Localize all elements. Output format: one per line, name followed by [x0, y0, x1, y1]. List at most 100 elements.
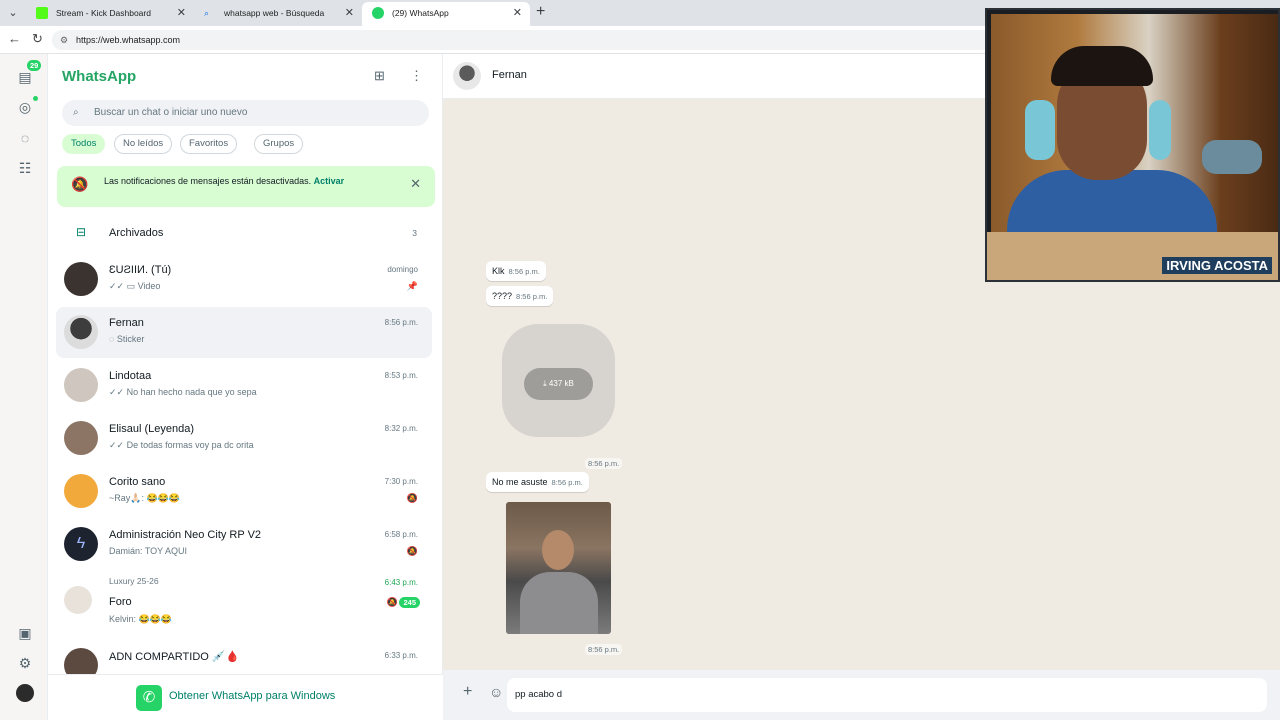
- search-input[interactable]: ⌕ Buscar un chat o iniciar uno nuevo: [62, 100, 429, 126]
- notice-text: Las notificaciones de mensajes están des…: [104, 176, 344, 186]
- chat-name: ƐUƧIIИ. (Tú): [109, 264, 172, 276]
- list-item[interactable]: ADN COMPARTIDO 💉🩸 6:33 p.m.: [56, 640, 432, 674]
- chat-time: 6:58 p.m.: [384, 530, 418, 539]
- muted-icon: 🔕: [406, 493, 418, 503]
- new-tab-icon[interactable]: +: [536, 3, 545, 21]
- chat-name: ADN COMPARTIDO 💉🩸: [109, 651, 240, 663]
- photo-person-body: [520, 572, 598, 634]
- tab-title: Stream - Kick Dashboard: [56, 8, 151, 18]
- archived-count: 3: [412, 228, 417, 238]
- list-item[interactable]: ϟ Administración Neo City RP V2 Damián: …: [56, 519, 432, 570]
- reload-icon[interactable]: ↻: [32, 31, 43, 47]
- new-chat-icon[interactable]: ⊞: [374, 68, 385, 84]
- list-item[interactable]: Corito sano ~Ray🙏🏻: 😂😂😂 7:30 p.m. 🔕: [56, 466, 432, 517]
- close-tab-icon[interactable]: ✕: [513, 2, 522, 24]
- chat-preview: ✓✓ ▭ Video: [109, 281, 161, 291]
- chat-time: 8:32 p.m.: [384, 424, 418, 433]
- pin-icon: 📌: [406, 281, 418, 291]
- settings-icon[interactable]: ⚙: [14, 652, 36, 674]
- photo-person-face: [542, 530, 574, 570]
- headphone-right: [1149, 100, 1171, 160]
- chat-time: 6:33 p.m.: [384, 651, 418, 660]
- chat-preview: ~Ray🙏🏻: 😂😂😂: [109, 493, 181, 503]
- back-icon[interactable]: ←: [8, 31, 21, 46]
- search-placeholder: Buscar un chat o iniciar uno nuevo: [94, 107, 248, 118]
- message-time: 8:56 p.m.: [551, 478, 583, 487]
- site-info-icon[interactable]: ⚙: [60, 30, 68, 50]
- close-icon[interactable]: ✕: [410, 176, 421, 192]
- chat-time: domingo: [387, 265, 418, 274]
- chat-name: Corito sano: [109, 476, 166, 488]
- list-item[interactable]: Fernan ◌ Sticker 8:56 p.m.: [56, 307, 432, 358]
- message-text: ????: [492, 291, 513, 301]
- attach-icon[interactable]: +: [463, 683, 472, 701]
- message-text: Klk: [492, 266, 505, 276]
- channels-icon[interactable]: ◌: [14, 127, 36, 149]
- avatar: [64, 648, 98, 674]
- enable-notifications-link[interactable]: Activar: [314, 176, 345, 186]
- webcam-overlay: IRVING ACOSTA: [985, 8, 1280, 282]
- message-bubble: Klk 8:56 p.m.: [486, 261, 546, 281]
- kick-favicon-icon: [36, 7, 48, 19]
- archive-icon: ⊟: [76, 225, 87, 239]
- tab-title: whatsapp web - Búsqueda: [224, 8, 325, 18]
- streamer-name-label: IRVING ACOSTA: [1162, 257, 1272, 274]
- filter-groups[interactable]: Grupos: [254, 134, 304, 154]
- chat-time: 8:53 p.m.: [384, 371, 418, 380]
- community-avatar: [64, 586, 92, 614]
- headphone-left: [1025, 100, 1055, 160]
- get-windows-app-banner[interactable]: ✆ Obtener WhatsApp para Windows: [48, 674, 443, 720]
- tab-whatsapp[interactable]: (29) WhatsApp ✕: [362, 2, 530, 26]
- bell-off-icon: 🔕: [71, 176, 89, 192]
- archived-label: Archivados: [109, 227, 164, 239]
- compose-bar: + ☺ pp acabo d: [443, 670, 1280, 720]
- communities-icon[interactable]: ☷: [14, 157, 36, 179]
- photo-message[interactable]: [506, 502, 611, 634]
- menu-icon[interactable]: ⋮: [410, 68, 423, 84]
- tab-search-icon[interactable]: ⌄: [4, 4, 22, 22]
- filter-unread[interactable]: No leídos: [114, 134, 173, 154]
- avatar: [64, 315, 98, 349]
- tab-search[interactable]: ⌕ whatsapp web - Búsqueda ✕: [194, 2, 362, 26]
- list-item[interactable]: Elisaul (Leyenda) ✓✓ De todas formas voy…: [56, 413, 432, 464]
- chat-name: Administración Neo City RP V2: [109, 529, 262, 541]
- chat-preview: Kelvin: 😂😂😂: [109, 614, 173, 624]
- lightning-avatar-icon: ϟ: [64, 527, 98, 561]
- avatar: [64, 262, 98, 296]
- contact-avatar: [453, 62, 481, 90]
- list-item[interactable]: Lindotaa ✓✓ No han hecho nada que yo sep…: [56, 360, 432, 411]
- close-tab-icon[interactable]: ✕: [345, 2, 354, 24]
- notice-message: Las notificaciones de mensajes están des…: [104, 176, 312, 186]
- avatar: [64, 421, 98, 455]
- url-text: https://web.whatsapp.com: [76, 35, 181, 45]
- get-app-label: Obtener WhatsApp para Windows: [169, 690, 336, 702]
- notifications-banner: 🔕 Las notificaciones de mensajes están d…: [57, 166, 435, 207]
- tab-kick-dashboard[interactable]: Stream - Kick Dashboard ✕: [26, 2, 194, 26]
- url-field[interactable]: ⚙ https://web.whatsapp.com: [52, 30, 992, 50]
- whatsapp-favicon-icon: [372, 7, 384, 19]
- chat-list: ƐUƧIIИ. (Tú) ✓✓ ▭ Video domingo 📌 Fernan…: [56, 254, 432, 674]
- archived-row[interactable]: ⊟ Archivados 3: [48, 221, 435, 245]
- close-tab-icon[interactable]: ✕: [177, 2, 186, 24]
- tab-title: (29) WhatsApp: [392, 8, 449, 18]
- message-time: 8:56 p.m.: [516, 292, 548, 301]
- sticker-size: 437 kB: [548, 379, 574, 388]
- chat-name: Fernan: [109, 317, 144, 329]
- contact-name: Fernan: [492, 69, 527, 81]
- profile-avatar[interactable]: [16, 684, 34, 702]
- chats-badge: 29: [27, 60, 42, 71]
- sticker-message[interactable]: ⤓ 437 kB: [502, 324, 615, 437]
- message-input[interactable]: pp acabo d: [507, 678, 1267, 712]
- community-name: Luxury 25-26: [109, 576, 159, 586]
- filter-all[interactable]: Todos: [62, 134, 106, 154]
- filter-favorites[interactable]: Favoritos: [180, 134, 238, 154]
- media-icon[interactable]: ▣: [14, 622, 36, 644]
- list-item[interactable]: Luxury 25-26 Foro Kelvin: 😂😂😂 6:43 p.m. …: [56, 572, 432, 636]
- chat-name: Lindotaa: [109, 370, 152, 382]
- status-dot: [33, 96, 38, 101]
- muted-icon: 🔕: [386, 597, 398, 607]
- sticker-emoji-icon[interactable]: ☺: [489, 684, 503, 700]
- list-item[interactable]: ƐUƧIIИ. (Tú) ✓✓ ▭ Video domingo 📌: [56, 254, 432, 305]
- download-button[interactable]: ⤓ 437 kB: [524, 368, 593, 400]
- search-icon: ⌕: [73, 107, 79, 118]
